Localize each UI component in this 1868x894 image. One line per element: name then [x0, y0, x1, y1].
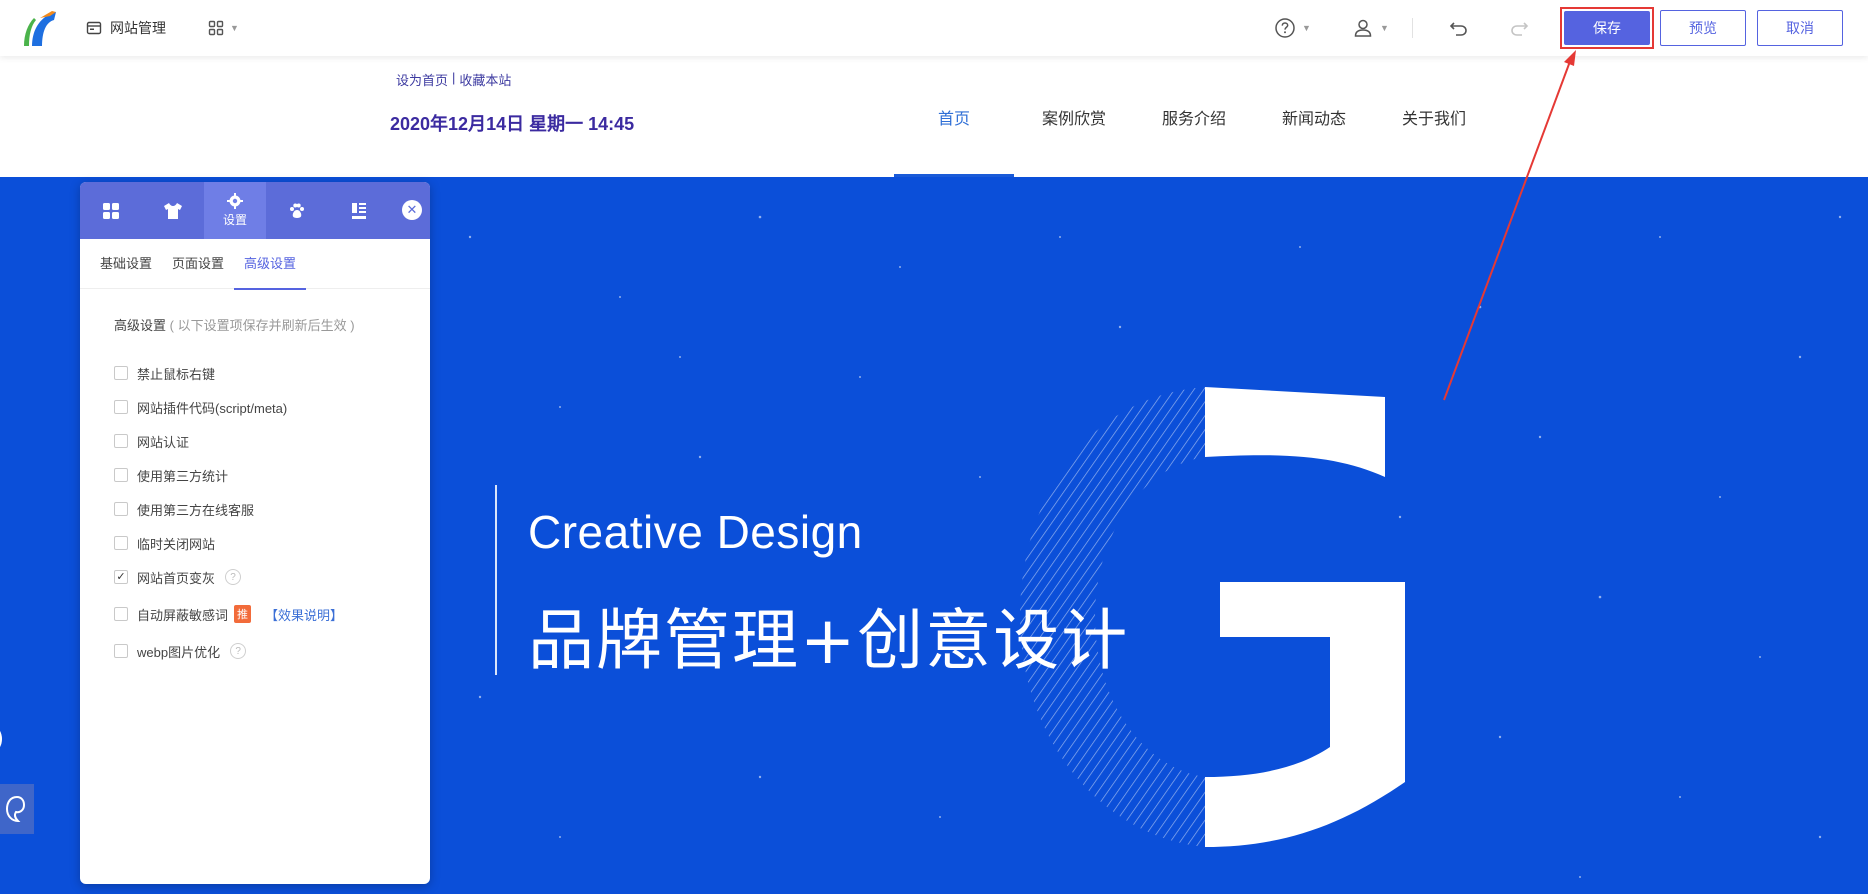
option-label: webp图片优化	[137, 644, 221, 660]
nav-item-about[interactable]: 关于我们	[1374, 56, 1494, 177]
save-highlight: 保存	[1560, 7, 1654, 49]
option-label: 使用第三方在线客服	[137, 502, 255, 518]
hero-title-cn: 品牌管理+创意设计	[528, 602, 1130, 679]
chevron-down-icon: ▼	[1302, 23, 1311, 33]
option-plugin-code[interactable]: 网站插件代码(script/meta)	[114, 390, 430, 424]
option-third-party-chat[interactable]: 使用第三方在线客服	[114, 492, 430, 526]
tab-theme[interactable]	[142, 182, 204, 239]
help-menu[interactable]: ▼	[1274, 14, 1311, 42]
user-icon	[1354, 19, 1372, 37]
checkbox[interactable]	[114, 607, 128, 621]
nav-item-news[interactable]: 新闻动态	[1254, 56, 1374, 177]
grid-icon	[103, 202, 119, 219]
tab-settings-label: 设置	[222, 213, 247, 227]
option-label: 自动屏蔽敏感词	[137, 607, 229, 623]
effect-link[interactable]: 【效果说明】	[265, 605, 343, 624]
option-label: 网站首页变灰	[137, 570, 216, 586]
checkbox[interactable]	[114, 644, 128, 658]
undo-icon	[1449, 22, 1467, 36]
section-title-text: 高级设置	[114, 318, 167, 333]
tab-plugins[interactable]	[266, 182, 328, 239]
subtab-page[interactable]: 页面设置	[162, 239, 234, 289]
set-homepage-link[interactable]: 设为首页	[396, 70, 448, 89]
top-links: 设为首页 | 收藏本站	[396, 70, 511, 89]
bookmark-link[interactable]: 收藏本站	[459, 70, 511, 89]
section-title: 高级设置 ( 以下设置项保存并刷新后生效 )	[114, 315, 430, 334]
save-button[interactable]: 保存	[1564, 11, 1650, 45]
main-nav: 首页 案例欣赏 服务介绍 新闻动态 关于我们	[894, 56, 1494, 177]
tab-layout[interactable]	[328, 182, 390, 239]
site-manage-menu[interactable]: 网站管理	[86, 16, 166, 40]
checkbox-checked[interactable]: ✓	[114, 570, 128, 584]
checkbox[interactable]	[114, 502, 128, 516]
subtab-advanced[interactable]: 高级设置	[234, 239, 307, 290]
gear-icon	[227, 193, 243, 209]
user-menu[interactable]: ▼	[1352, 14, 1389, 42]
undo-button[interactable]	[1446, 14, 1472, 42]
chat-float-button[interactable]	[0, 784, 34, 834]
nav-item-home[interactable]: 首页	[894, 56, 1014, 177]
option-webp[interactable]: webp图片优化 ?	[114, 634, 430, 668]
option-sensitive-words[interactable]: 自动屏蔽敏感词 推 【效果说明】	[114, 594, 430, 634]
checkbox[interactable]	[114, 400, 128, 414]
advanced-options: 禁止鼠标右键 网站插件代码(script/meta) 网站认证 使用第三方统计 …	[114, 356, 430, 668]
link-separator: |	[452, 70, 456, 85]
checkbox[interactable]	[114, 434, 128, 448]
panel-tab-bar: 设置 ✕	[80, 182, 430, 239]
checkbox[interactable]	[114, 468, 128, 482]
option-label: 临时关闭网站	[137, 536, 216, 552]
checkbox[interactable]	[114, 536, 128, 550]
toolbar-divider	[1412, 18, 1413, 38]
shirt-icon	[164, 202, 182, 219]
tab-settings[interactable]: 设置	[204, 182, 266, 239]
tab-modules[interactable]	[80, 182, 142, 239]
option-third-party-stats[interactable]: 使用第三方统计	[114, 458, 430, 492]
option-label: 网站认证	[137, 434, 190, 450]
option-disable-right-click[interactable]: 禁止鼠标右键	[114, 356, 430, 390]
option-grayscale-home[interactable]: ✓ 网站首页变灰 ?	[114, 560, 430, 594]
site-header: 设为首页 | 收藏本站 2020年12月14日 星期一 14:45 首页 案例欣…	[0, 56, 1868, 177]
option-site-verification[interactable]: 网站认证	[114, 424, 430, 458]
help-icon	[1275, 18, 1295, 38]
subtab-basic[interactable]: 基础设置	[90, 239, 162, 289]
chat-icon	[5, 795, 26, 823]
help-icon[interactable]: ?	[225, 569, 242, 585]
option-label: 禁止鼠标右键	[137, 366, 216, 382]
chevron-down-icon: ▼	[230, 23, 239, 33]
apps-menu[interactable]: ▼	[208, 16, 239, 40]
option-label: 网站插件代码(script/meta)	[137, 400, 288, 416]
site-icon	[86, 21, 102, 35]
preview-button[interactable]: 预览	[1660, 10, 1746, 46]
hero-title-en: Creative Design	[528, 506, 863, 558]
layout-icon	[352, 202, 366, 219]
option-close-site[interactable]: 临时关闭网站	[114, 526, 430, 560]
close-icon[interactable]: ✕	[402, 200, 422, 220]
section-hint: ( 以下设置项保存并刷新后生效 )	[169, 318, 355, 333]
apps-grid-icon	[208, 20, 224, 36]
checkbox[interactable]	[114, 366, 128, 380]
settings-panel: 设置 ✕ 基础设置 页面设置 高级设置 高级设置 ( 以下设置项保存并刷新后生效…	[80, 182, 430, 884]
chevron-down-icon: ▼	[1380, 23, 1389, 33]
editor-toolbar: 网站管理 ▼ ▼ ▼ 保存 预览 取消	[0, 0, 1868, 56]
recommend-badge: 推	[234, 605, 252, 623]
date-time: 2020年12月14日 星期一 14:45	[390, 114, 635, 134]
redo-button[interactable]	[1506, 14, 1532, 42]
help-icon[interactable]: ?	[230, 643, 247, 659]
logo-icon[interactable]	[20, 8, 60, 48]
nav-item-services[interactable]: 服务介绍	[1134, 56, 1254, 177]
settings-subtabs: 基础设置 页面设置 高级设置	[80, 239, 430, 290]
redo-icon	[1511, 22, 1529, 36]
nav-item-cases[interactable]: 案例欣赏	[1014, 56, 1134, 177]
cancel-button[interactable]: 取消	[1757, 10, 1843, 46]
paw-icon	[290, 203, 304, 218]
site-manage-label: 网站管理	[110, 20, 166, 36]
hero-divider	[495, 485, 497, 675]
option-label: 使用第三方统计	[137, 468, 229, 484]
